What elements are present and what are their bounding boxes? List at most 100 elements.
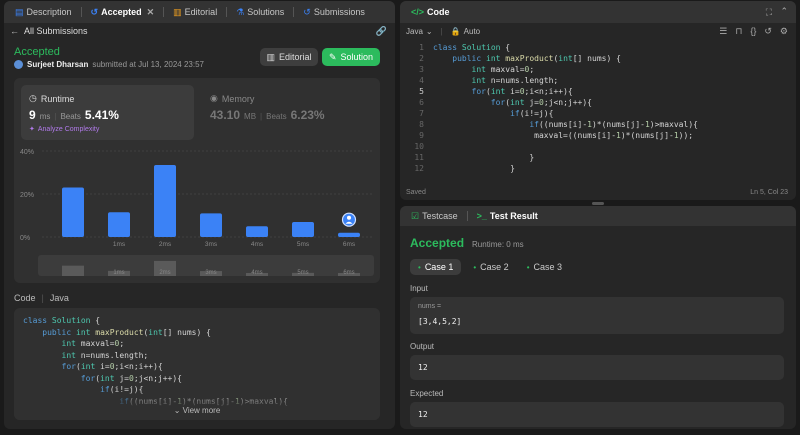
output-label: Output bbox=[410, 342, 435, 351]
chart-bar[interactable] bbox=[338, 232, 360, 237]
tab-label: Editorial bbox=[184, 7, 218, 17]
author-name[interactable]: Surjeet Dharsan bbox=[27, 60, 88, 69]
divider: | bbox=[41, 293, 44, 303]
range-tick-label: 2ms bbox=[159, 270, 170, 276]
tab-label: Accepted bbox=[101, 7, 142, 17]
status-dot: • bbox=[418, 262, 421, 272]
line-numbers: 1 2 3 4 5 6 7 8 9 10 11 12 bbox=[414, 43, 424, 173]
tab-test-result[interactable]: >_ Test Result bbox=[472, 208, 543, 224]
x-tick-label: 2ms bbox=[159, 241, 172, 248]
tab-solutions[interactable]: ⚗ Solutions bbox=[231, 4, 289, 20]
editor-statusbar: Saved Ln 5, Col 23 bbox=[400, 184, 796, 200]
chart-bar[interactable] bbox=[108, 212, 130, 237]
history-icon: ↺ bbox=[303, 6, 311, 17]
code-lang: Java bbox=[49, 293, 69, 303]
case-label: Case 1 bbox=[424, 262, 454, 272]
editor-code: class Solution { public int maxProduct(i… bbox=[433, 43, 698, 173]
auto-label: Auto bbox=[463, 27, 481, 36]
expand-icon[interactable]: ⛶ bbox=[766, 7, 772, 18]
range-tick-label: 4ms bbox=[251, 270, 262, 276]
format-icon[interactable]: ☰ bbox=[719, 26, 727, 37]
divider bbox=[466, 211, 468, 221]
expected-box: 12 bbox=[410, 402, 784, 427]
link-icon[interactable]: 🔗 bbox=[376, 26, 387, 37]
input-value: [3,4,5,2] bbox=[418, 317, 462, 326]
tab-label: Test Result bbox=[489, 211, 538, 221]
status-dot: • bbox=[526, 262, 530, 272]
case-tabs: • Case 1 • Case 2 • Case 3 bbox=[410, 259, 568, 275]
tab-editorial[interactable]: ▥ Editorial bbox=[168, 4, 222, 20]
back-row: ← All Submissions 🔗 bbox=[4, 23, 395, 39]
code-label: Code bbox=[14, 293, 36, 303]
case-tab-3[interactable]: • Case 3 bbox=[521, 259, 568, 275]
expected-label: Expected bbox=[410, 389, 444, 398]
close-icon[interactable]: ✕ bbox=[147, 7, 155, 18]
output-box: 12 bbox=[410, 355, 784, 380]
button-label: Solution bbox=[340, 52, 374, 62]
chart-bar[interactable] bbox=[62, 187, 84, 237]
runtime-distribution-chart: 40% 20% 0% 1ms 2ms 3ms 4ms 5ms 6ms 1ms 2ms 3ms 4ms 5m… bbox=[20, 149, 374, 276]
code-label-row: Code | Java bbox=[14, 293, 69, 303]
chevron-down-icon: ⌄ bbox=[173, 406, 181, 415]
case-tab-2[interactable]: • Case 2 bbox=[467, 259, 514, 275]
input-label: Input bbox=[410, 284, 428, 293]
result-tabbar: ☑ Testcase >_ Test Result bbox=[400, 206, 796, 226]
code-icon: </> bbox=[411, 7, 425, 17]
case-label: Case 2 bbox=[480, 262, 509, 272]
bookmark-icon[interactable]: ⊓ bbox=[735, 26, 742, 37]
chart-bar[interactable] bbox=[246, 226, 268, 237]
flask-icon: ⚗ bbox=[236, 6, 245, 17]
range-tick-label: 3ms bbox=[205, 270, 216, 276]
button-label: Editorial bbox=[279, 52, 312, 62]
left-tabbar: ▤ Description ↺ Accepted ✕ ▥ Editorial ⚗… bbox=[4, 1, 395, 23]
input-var-name: nums = bbox=[418, 303, 442, 310]
divider bbox=[226, 7, 228, 17]
terminal-icon: >_ bbox=[476, 211, 487, 221]
tab-testcase[interactable]: ☑ Testcase bbox=[406, 208, 463, 224]
range-tick-label: 5ms bbox=[297, 270, 308, 276]
chart-bar[interactable] bbox=[200, 213, 222, 237]
submission-panel: ▤ Description ↺ Accepted ✕ ▥ Editorial ⚗… bbox=[4, 1, 395, 429]
stats-card: ◷ Runtime 9 ms | Beats 5.41% ✦ Analyze C… bbox=[14, 78, 380, 283]
code-editor[interactable]: 1 2 3 4 5 6 7 8 9 10 11 12 class Solutio… bbox=[400, 42, 796, 178]
result-header: Accepted Runtime: 0 ms bbox=[410, 236, 524, 250]
language-select[interactable]: Java ⌄ bbox=[406, 27, 433, 36]
avatar-head bbox=[347, 215, 351, 220]
editor-actions: ☰ ⊓ {} ↺ ⚙ bbox=[719, 26, 788, 37]
solution-button[interactable]: ✎ Solution bbox=[322, 48, 380, 66]
chart-bar[interactable] bbox=[292, 221, 314, 237]
case-tab-1[interactable]: • Case 1 bbox=[410, 259, 462, 275]
tab-accepted[interactable]: ↺ Accepted ✕ bbox=[86, 4, 160, 20]
arrow-left-icon[interactable]: ← bbox=[10, 26, 19, 36]
y-tick-label: 20% bbox=[20, 192, 34, 199]
case-label: Case 3 bbox=[533, 262, 563, 272]
reset-icon[interactable]: ↺ bbox=[764, 26, 772, 37]
output-value: 12 bbox=[418, 363, 428, 372]
code-tab[interactable]: </> Code bbox=[406, 4, 455, 20]
editorial-button[interactable]: ▥ Editorial bbox=[260, 48, 318, 66]
checkbox-icon: ☑ bbox=[411, 210, 420, 221]
x-tick-label: 5ms bbox=[297, 241, 310, 248]
chevron-up-icon[interactable]: ⌃ bbox=[780, 6, 788, 17]
auto-toggle[interactable]: 🔒 Auto bbox=[451, 27, 480, 36]
settings-icon[interactable]: ⚙ bbox=[780, 26, 788, 37]
all-submissions-link[interactable]: All Submissions bbox=[24, 26, 88, 36]
chart-bar[interactable] bbox=[154, 164, 176, 237]
submitted-text: submitted at Jul 13, 2024 23:57 bbox=[92, 60, 204, 69]
x-tick-label: 6ms bbox=[343, 241, 356, 248]
tab-submissions[interactable]: ↺ Submissions bbox=[298, 4, 370, 20]
view-more-button[interactable]: ⌄ View more bbox=[14, 406, 380, 415]
y-tick-label: 40% bbox=[20, 149, 34, 156]
divider bbox=[293, 7, 295, 17]
y-tick-label: 0% bbox=[20, 235, 30, 242]
result-status: Accepted bbox=[410, 236, 465, 250]
status-dot: • bbox=[473, 262, 477, 272]
expected-value: 12 bbox=[418, 410, 428, 419]
braces-icon[interactable]: {} bbox=[750, 26, 756, 37]
vertical-splitter[interactable] bbox=[592, 202, 604, 205]
tab-label: Submissions bbox=[313, 7, 365, 17]
tab-description[interactable]: ▤ Description bbox=[10, 4, 77, 20]
test-result-panel: ☑ Testcase >_ Test Result Accepted Runti… bbox=[400, 206, 796, 429]
fade-overlay bbox=[14, 390, 380, 420]
tab-label: Testcase bbox=[422, 211, 458, 221]
